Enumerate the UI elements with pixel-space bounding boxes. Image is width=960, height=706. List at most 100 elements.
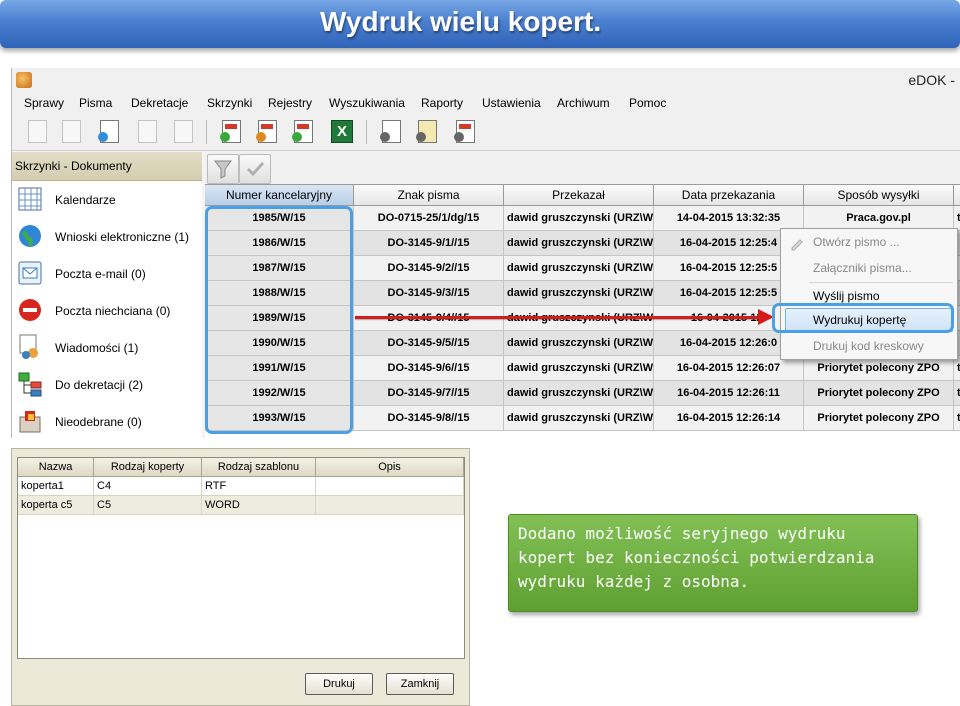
context-item-send[interactable]: Wyślij pismo xyxy=(813,289,880,303)
context-item-print-barcode[interactable]: Drukuj kod kreskowy xyxy=(813,339,924,353)
report-red-icon[interactable] xyxy=(290,118,316,144)
table-cell: 1993/W/15 xyxy=(205,406,354,431)
grid-header: Numer kancelaryjny Znak pisma Przekazał Dat… xyxy=(205,184,960,206)
table-cell: koperta1 xyxy=(18,477,94,496)
envelope-table: Nazwa Rodzaj koperty Rodzaj szablonu Opis k… xyxy=(17,457,465,659)
info-callout: Dodano możliwość seryjnego wydruku koper… xyxy=(508,514,918,612)
table-cell xyxy=(316,496,464,515)
envelope-dialog: Nazwa Rodzaj koperty Rodzaj szablonu Opis k… xyxy=(11,448,470,706)
column-header[interactable] xyxy=(954,184,960,206)
table-cell: dawid gruszczynski (URZ\Wi xyxy=(504,406,654,431)
menu-wyszukiwania[interactable]: Wyszukiwania xyxy=(329,96,405,110)
sidebar-item-wnioski[interactable]: Wnioski elektroniczne (1) xyxy=(12,218,202,255)
table-cell: WORD xyxy=(202,496,316,515)
column-header[interactable]: Data przekazania xyxy=(654,184,804,206)
app-logo-icon xyxy=(16,72,32,88)
sidebar-item-label: Poczta e-mail (0) xyxy=(55,267,146,281)
sidebar-item-poczta-niechciana[interactable]: Poczta niechciana (0) xyxy=(12,292,202,329)
sidebar-item-label: Kalendarze xyxy=(55,193,116,207)
slide-title: Wydruk wielu kopert. xyxy=(320,6,602,37)
report-green-icon[interactable] xyxy=(218,118,244,144)
table-cell: DO-3145-9/1//15 xyxy=(354,231,504,256)
apply-button[interactable] xyxy=(239,154,271,184)
table-cell: Priorytet polecony ZPO xyxy=(804,406,954,431)
toolbar-separator xyxy=(206,120,207,144)
menu-pisma[interactable]: Pisma xyxy=(79,96,112,110)
sidebar-item-label: Nieodebrane (0) xyxy=(55,415,142,429)
table-cell: dawid gruszczynski (URZ\Wi xyxy=(504,281,654,306)
menu-sprawy[interactable]: Sprawy xyxy=(24,96,64,110)
sidebar-item-nieodebrane[interactable]: Nieodebrane (0) xyxy=(12,403,202,438)
context-separator xyxy=(809,282,953,283)
table-cell: DO-3145-9/2//15 xyxy=(354,256,504,281)
edit-page-icon[interactable] xyxy=(170,118,196,144)
column-header[interactable]: Nazwa xyxy=(18,458,94,477)
filter-button[interactable] xyxy=(207,154,239,184)
add-page-icon[interactable] xyxy=(96,118,122,144)
sidebar-item-poczta-email[interactable]: Poczta e-mail (0) xyxy=(12,255,202,292)
mailbox-panel-header: Skrzynki - Dokumenty xyxy=(12,152,202,181)
scan-batch-icon[interactable] xyxy=(414,118,440,144)
print-button[interactable]: Drukuj xyxy=(305,673,373,695)
table-cell: Priorytet polecony ZPO xyxy=(804,381,954,406)
globe-icon xyxy=(16,222,44,250)
open-document-icon xyxy=(791,239,803,251)
table-cell: dawid gruszczynski (URZ\Wi xyxy=(504,206,654,231)
table-cell: RTF xyxy=(202,477,316,496)
register-icon[interactable] xyxy=(452,118,478,144)
table-row[interactable]: koperta1 C4 RTF xyxy=(18,477,464,496)
table-cell: dawid gruszczynski (URZ\Wi xyxy=(504,256,654,281)
table-cell: 1987/W/15 xyxy=(205,256,354,281)
table-cell: 1990/W/15 xyxy=(205,331,354,356)
table-cell: 16-04-2015 12:26:11 xyxy=(654,381,804,406)
title-bar: eDOK - xyxy=(12,68,960,93)
blank-page-icon[interactable] xyxy=(134,118,160,144)
pointer-arrow xyxy=(355,316,760,319)
menu-archiwum[interactable]: Archiwum xyxy=(557,96,610,110)
context-item-print-envelope[interactable]: Wydrukuj kopertę xyxy=(813,313,906,327)
sidebar-item-do-dekretacji[interactable]: Do dekretacji (2) xyxy=(12,366,202,403)
checkmark-icon xyxy=(246,161,265,177)
messages-icon xyxy=(16,333,44,361)
copy-page-icon[interactable] xyxy=(58,118,84,144)
slide-title-banner: Wydruk wielu kopert. xyxy=(0,0,960,48)
table-cell: 1991/W/15 xyxy=(205,356,354,381)
column-header[interactable]: Sposób wysyłki xyxy=(804,184,954,206)
column-header[interactable]: Rodzaj koperty xyxy=(94,458,202,477)
sidebar-item-label: Poczta niechciana (0) xyxy=(55,304,171,318)
inbox-icon xyxy=(16,407,44,435)
menu-skrzynki[interactable]: Skrzynki xyxy=(207,96,252,110)
table-cell: DO-3145-9/3//15 xyxy=(354,281,504,306)
menu-raporty[interactable]: Raporty xyxy=(421,96,463,110)
column-header[interactable]: Rodzaj szablonu xyxy=(202,458,316,477)
context-item-open[interactable]: Otwórz pismo ... xyxy=(813,235,900,249)
report-orange-icon[interactable] xyxy=(254,118,280,144)
menu-rejestry[interactable]: Rejestry xyxy=(268,96,312,110)
menu-dekretacje[interactable]: Dekretacje xyxy=(131,96,188,110)
sidebar-item-wiadomosci[interactable]: Wiadomości (1) xyxy=(12,329,202,366)
column-header[interactable]: Numer kancelaryjny xyxy=(205,184,354,206)
app-title: eDOK - xyxy=(908,72,955,88)
menu-pomoc[interactable]: Pomoc xyxy=(629,96,666,110)
filter-icon xyxy=(214,160,232,179)
table-cell: 1985/W/15 xyxy=(205,206,354,231)
new-page-icon[interactable] xyxy=(24,118,50,144)
menu-ustawienia[interactable]: Ustawienia xyxy=(482,96,541,110)
excel-icon[interactable]: X xyxy=(328,118,354,144)
column-header[interactable]: Znak pisma xyxy=(354,184,504,206)
table-cell: 1989/W/15 xyxy=(205,306,354,331)
close-button[interactable]: Zamknij xyxy=(386,673,454,695)
table-cell: DO-3145-9/8//15 xyxy=(354,406,504,431)
table-cell: 1988/W/15 xyxy=(205,281,354,306)
scan-icon[interactable] xyxy=(378,118,404,144)
table-row[interactable]: 1992/W/15 DO-3145-9/7//15 dawid gruszczyns… xyxy=(205,381,960,406)
tree-icon xyxy=(16,370,44,398)
column-header[interactable]: Opis xyxy=(316,458,464,477)
table-row[interactable]: 1993/W/15 DO-3145-9/8//15 dawid gruszczyns… xyxy=(205,406,960,431)
table-row[interactable]: koperta c5 C5 WORD xyxy=(18,496,464,515)
column-header[interactable]: Przekazał xyxy=(504,184,654,206)
context-item-attachments[interactable]: Załączniki pisma... xyxy=(813,261,912,275)
table-cell: C4 xyxy=(94,477,202,496)
sidebar-item-kalendarze[interactable]: Kalendarze xyxy=(12,181,202,218)
no-entry-icon xyxy=(16,296,44,324)
